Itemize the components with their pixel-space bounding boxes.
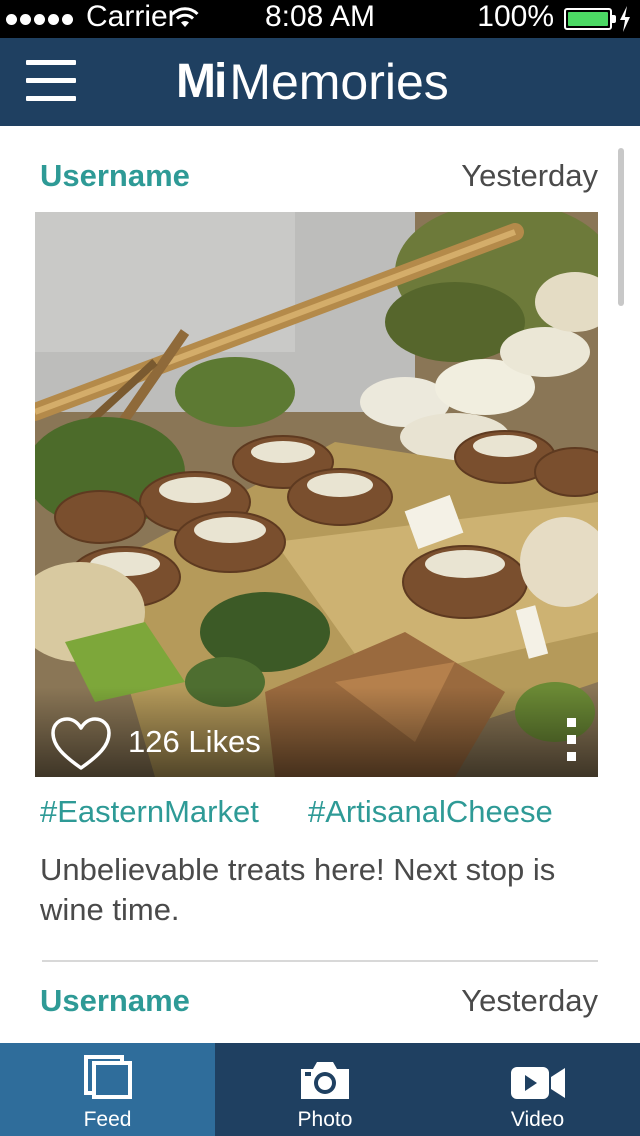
post-caption: Unbelievable treats here! Next stop is w…: [40, 852, 556, 927]
heart-outline-icon[interactable]: [50, 716, 112, 772]
likes-count: 126 Likes: [128, 724, 261, 759]
post-header: Username Yesterday: [40, 156, 598, 196]
tab-feed[interactable]: Feed: [0, 1043, 215, 1136]
feed-icon: [83, 1055, 132, 1099]
battery-icon: [564, 8, 616, 30]
hashtag[interactable]: #EasternMarket: [40, 792, 259, 832]
hamburger-icon[interactable]: [26, 58, 78, 106]
post-timestamp: Yesterday: [461, 983, 598, 1018]
tab-label: Feed: [83, 1108, 132, 1131]
video-camera-icon: [510, 1067, 565, 1099]
photo-gradient-overlay: [35, 687, 598, 777]
vertical-dots-icon[interactable]: [564, 718, 578, 768]
hashtag[interactable]: #ArtisanalCheese: [308, 792, 553, 832]
status-bar: Carrier 8:08 AM 100%: [0, 0, 640, 38]
battery-percent: 100%: [477, 0, 554, 33]
post-timestamp: Yesterday: [461, 158, 598, 193]
logo-memories: Memories: [229, 54, 449, 110]
scrollbar[interactable]: [618, 148, 624, 306]
charging-bolt-icon: [620, 6, 630, 32]
tab-photo[interactable]: Photo: [215, 1043, 435, 1136]
post-tags: #EasternMarket #ArtisanalCheese: [40, 792, 620, 832]
feed-scroll-area[interactable]: Username Yesterday 126 Likes #EasternMar…: [0, 126, 640, 1043]
tab-video[interactable]: Video: [435, 1043, 640, 1136]
nav-bar: MiMemories: [0, 38, 640, 126]
tab-label: Photo: [297, 1108, 353, 1131]
tab-label: Video: [510, 1108, 565, 1131]
post-username[interactable]: Username: [40, 981, 190, 1021]
post-photo[interactable]: [35, 212, 598, 777]
app-logo: MiMemories: [176, 52, 449, 112]
post-username[interactable]: Username: [40, 156, 190, 196]
post-divider: [42, 960, 598, 962]
camera-icon: [301, 1062, 349, 1099]
tab-bar: Feed Photo Video: [0, 1043, 640, 1136]
post-header: Username Yesterday: [40, 981, 598, 1021]
logo-mi: Mi: [176, 55, 227, 108]
